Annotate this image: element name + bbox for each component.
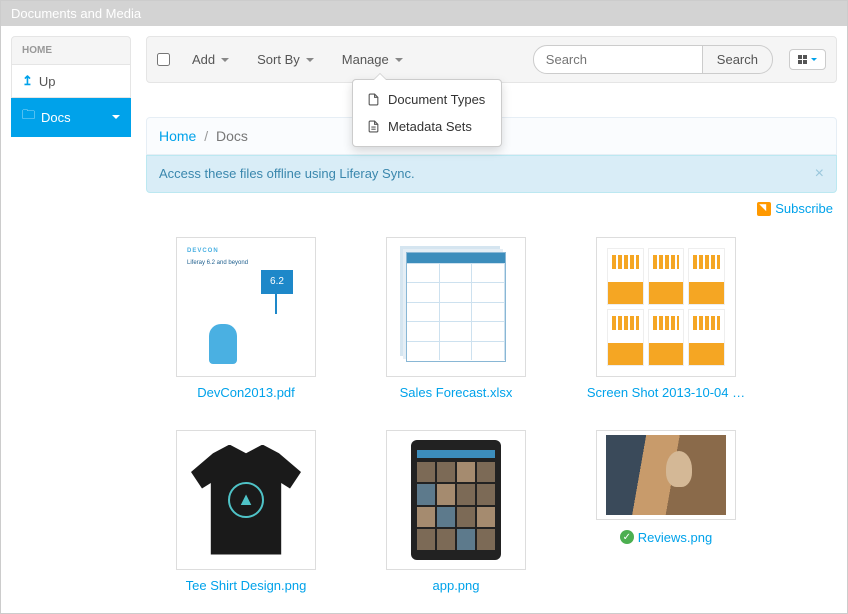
up-arrow-icon: ↥ xyxy=(22,73,33,89)
sidebar-up-label: Up xyxy=(39,74,120,89)
caret-icon xyxy=(395,58,403,62)
caret-icon xyxy=(221,58,229,62)
file-item[interactable]: ▲ Tee Shirt Design.png xyxy=(166,430,326,593)
file-thumbnail: DEVCON Liferay 6.2 and beyond 6.2 xyxy=(176,237,316,377)
manage-dropdown: Document Types Metadata Sets xyxy=(352,79,502,147)
caret-icon xyxy=(811,58,817,61)
sortby-button[interactable]: Sort By xyxy=(247,46,324,73)
sidebar-docs-label: Docs xyxy=(41,110,106,125)
file-thumbnail xyxy=(386,430,526,570)
rss-icon xyxy=(757,202,771,216)
toolbar: Add Sort By Manage Search xyxy=(146,36,837,83)
search-button[interactable]: Search xyxy=(703,45,773,74)
alert-close-button[interactable]: × xyxy=(815,166,824,182)
portlet-title: Documents and Media xyxy=(1,1,847,26)
file-name: Screen Shot 2013-10-04 … xyxy=(587,385,745,400)
search-group: Search xyxy=(533,45,773,74)
sync-alert: Access these files offline using Liferay… xyxy=(146,155,837,193)
file-thumbnail xyxy=(596,430,736,520)
document-lines-icon xyxy=(367,120,380,133)
subscribe-link[interactable]: Subscribe xyxy=(757,201,833,216)
sidebar-home-label: HOME xyxy=(11,36,131,65)
alert-text: Access these files offline using Liferay… xyxy=(159,166,415,182)
add-button[interactable]: Add xyxy=(182,46,239,73)
select-all-checkbox[interactable] xyxy=(157,53,170,66)
search-input[interactable] xyxy=(533,45,703,74)
file-name: Tee Shirt Design.png xyxy=(186,578,307,593)
manage-button[interactable]: Manage xyxy=(332,46,413,73)
file-grid: DEVCON Liferay 6.2 and beyond 6.2 DevCon… xyxy=(146,227,837,603)
main-area: Add Sort By Manage Search xyxy=(146,36,837,603)
file-item[interactable]: Screen Shot 2013-10-04 … xyxy=(586,237,746,400)
manage-document-types[interactable]: Document Types xyxy=(353,86,501,113)
sidebar: HOME ↥ Up 🗀 Docs xyxy=(11,36,131,603)
breadcrumb-current: Docs xyxy=(216,128,248,144)
file-item[interactable]: app.png xyxy=(376,430,536,593)
sidebar-item-docs[interactable]: 🗀 Docs xyxy=(11,98,131,137)
breadcrumb-home[interactable]: Home xyxy=(159,128,196,144)
file-thumbnail: ▲ xyxy=(176,430,316,570)
file-name: ✓ Reviews.png xyxy=(620,530,712,545)
document-icon xyxy=(367,93,380,106)
approved-icon: ✓ xyxy=(620,530,634,544)
sidebar-up[interactable]: ↥ Up xyxy=(11,65,131,98)
caret-icon xyxy=(306,58,314,62)
file-item[interactable]: ✓ Reviews.png xyxy=(586,430,746,593)
file-thumbnail xyxy=(596,237,736,377)
documents-media-portlet: Documents and Media HOME ↥ Up 🗀 Docs Add xyxy=(0,0,848,614)
grid-icon xyxy=(798,55,807,64)
breadcrumb-separator: / xyxy=(204,128,208,144)
file-name: DevCon2013.pdf xyxy=(197,385,295,400)
file-name: Sales Forecast.xlsx xyxy=(400,385,513,400)
view-toggle-button[interactable] xyxy=(789,49,826,70)
file-name: app.png xyxy=(433,578,480,593)
file-thumbnail xyxy=(386,237,526,377)
file-item[interactable]: DEVCON Liferay 6.2 and beyond 6.2 DevCon… xyxy=(166,237,326,400)
chevron-down-icon xyxy=(112,115,120,119)
manage-metadata-sets[interactable]: Metadata Sets xyxy=(353,113,501,140)
file-item[interactable]: Sales Forecast.xlsx xyxy=(376,237,536,400)
folder-icon: 🗀 xyxy=(22,106,35,128)
